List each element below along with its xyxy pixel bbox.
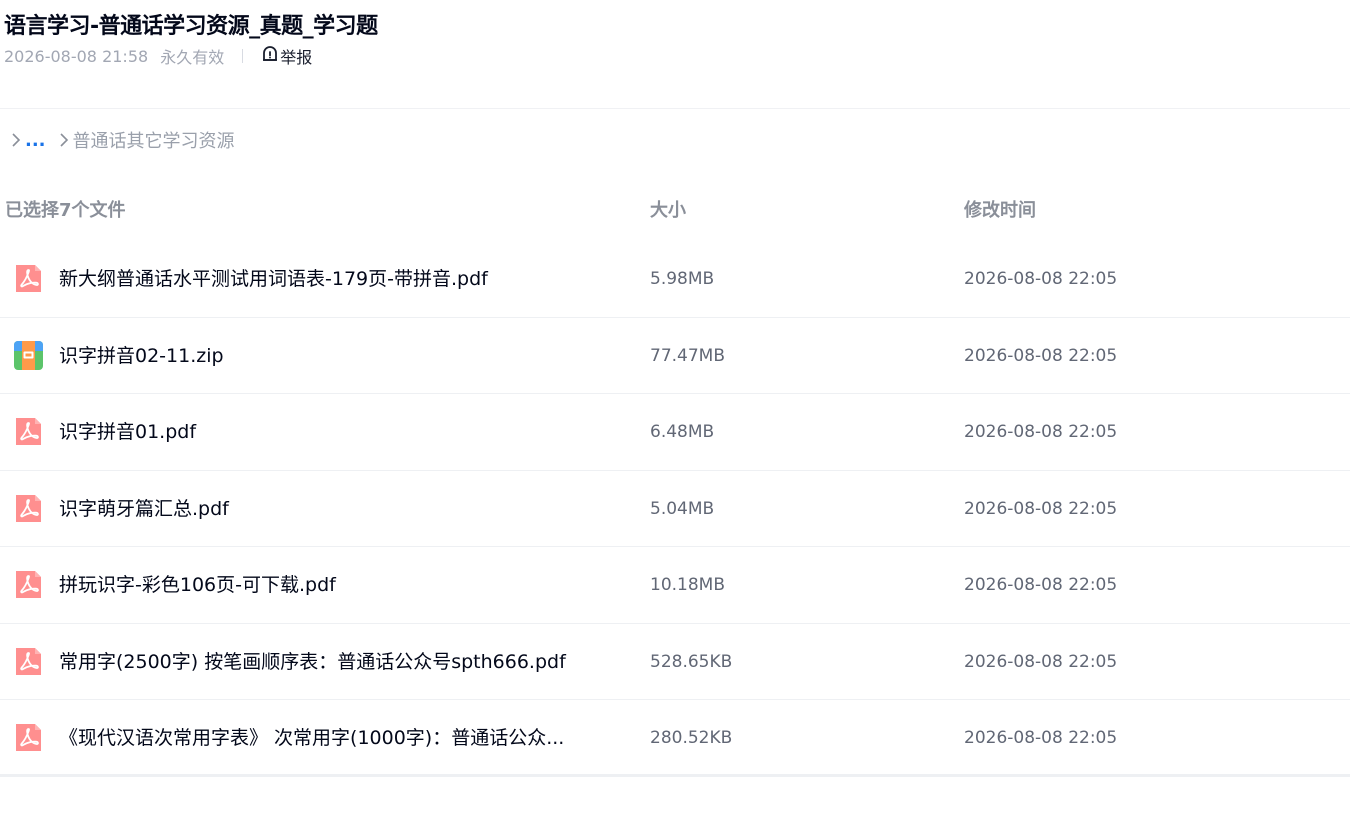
report-button[interactable]: 举报 [261, 44, 312, 68]
column-header-modified[interactable]: 修改时间 [964, 196, 1036, 222]
chevron-right-icon [10, 132, 22, 148]
pdf-icon [13, 646, 44, 677]
breadcrumb-current-folder: 普通话其它学习资源 [72, 131, 235, 152]
file-size: 6.48MB [650, 422, 715, 442]
breadcrumb-more[interactable]: ... [25, 130, 46, 151]
file-row[interactable]: 《现代汉语次常用字表》 次常用字(1000字)：普通话公众... 280.52K… [0, 700, 1350, 777]
file-row[interactable]: 识字拼音02-11.zip 77.47MB 2026-08-08 22:05 [0, 318, 1350, 394]
file-row[interactable]: 识字萌牙篇汇总.pdf 5.04MB 2026-08-08 22:05 [0, 471, 1350, 547]
file-size: 5.98MB [650, 269, 715, 289]
file-row[interactable]: 识字拼音01.pdf 6.48MB 2026-08-08 22:05 [0, 394, 1350, 471]
share-date: 2026-08-08 21:58 [4, 46, 149, 66]
report-label: 举报 [280, 48, 313, 67]
file-size: 5.04MB [650, 498, 715, 519]
file-modified-time: 2026-08-08 22:05 [964, 728, 1118, 748]
selected-count-label: 已选择7个文件 [5, 200, 126, 221]
file-modified-time: 2026-08-08 22:05 [964, 345, 1118, 366]
file-modified-time: 2026-08-08 22:05 [964, 422, 1118, 442]
pdf-icon [13, 493, 44, 524]
pdf-icon [13, 722, 44, 753]
file-name: 《现代汉语次常用字表》 次常用字(1000字)：普通话公众... [59, 727, 565, 749]
share-validity: 永久有效 [160, 48, 225, 67]
share-meta: 2026-08-08 21:58 永久有效 举报 [4, 44, 312, 68]
file-list-header: 已选择7个文件 大小 修改时间 [0, 192, 1350, 226]
header-divider [0, 108, 1350, 109]
pdf-icon [13, 416, 44, 447]
share-title: 语言学习-普通话学习资源_真题_学习题 [4, 14, 378, 39]
file-list: 新大纲普通话水平测试用词语表-179页-带拼音.pdf 5.98MB 2026-… [0, 241, 1350, 777]
pdf-icon [13, 263, 44, 294]
file-size: 528.65KB [650, 651, 733, 672]
file-name: 识字萌牙篇汇总.pdf [59, 497, 229, 520]
share-page: 语言学习-普通话学习资源_真题_学习题 2026-08-08 21:58 永久有… [0, 0, 1350, 817]
chevron-right-icon [58, 132, 70, 148]
zip-icon [13, 340, 44, 371]
pdf-icon [13, 569, 44, 600]
file-name: 常用字(2500字) 按笔画顺序表：普通话公众号spth666.pdf [59, 650, 566, 673]
meta-divider [242, 49, 244, 63]
file-name: 识字拼音01.pdf [59, 421, 197, 443]
report-icon [261, 45, 280, 67]
file-modified-time: 2026-08-08 22:05 [964, 575, 1118, 595]
column-header-size[interactable]: 大小 [650, 196, 686, 222]
file-row[interactable]: 拼玩识字-彩色106页-可下载.pdf 10.18MB 2026-08-08 2… [0, 547, 1350, 624]
file-modified-time: 2026-08-08 22:05 [964, 498, 1118, 519]
file-row[interactable]: 常用字(2500字) 按笔画顺序表：普通话公众号spth666.pdf 528.… [0, 624, 1350, 700]
file-size: 280.52KB [650, 728, 733, 748]
file-row[interactable]: 新大纲普通话水平测试用词语表-179页-带拼音.pdf 5.98MB 2026-… [0, 241, 1350, 318]
file-size: 10.18MB [650, 575, 725, 595]
file-name: 拼玩识字-彩色106页-可下载.pdf [59, 574, 336, 596]
list-bottom-divider [0, 774, 1350, 776]
breadcrumb: ... 普通话其它学习资源 [10, 126, 235, 154]
file-name: 新大纲普通话水平测试用词语表-179页-带拼音.pdf [59, 268, 488, 290]
file-modified-time: 2026-08-08 22:05 [964, 269, 1118, 289]
file-size: 77.47MB [650, 345, 725, 366]
file-name: 识字拼音02-11.zip [59, 344, 224, 367]
file-modified-time: 2026-08-08 22:05 [964, 651, 1118, 672]
